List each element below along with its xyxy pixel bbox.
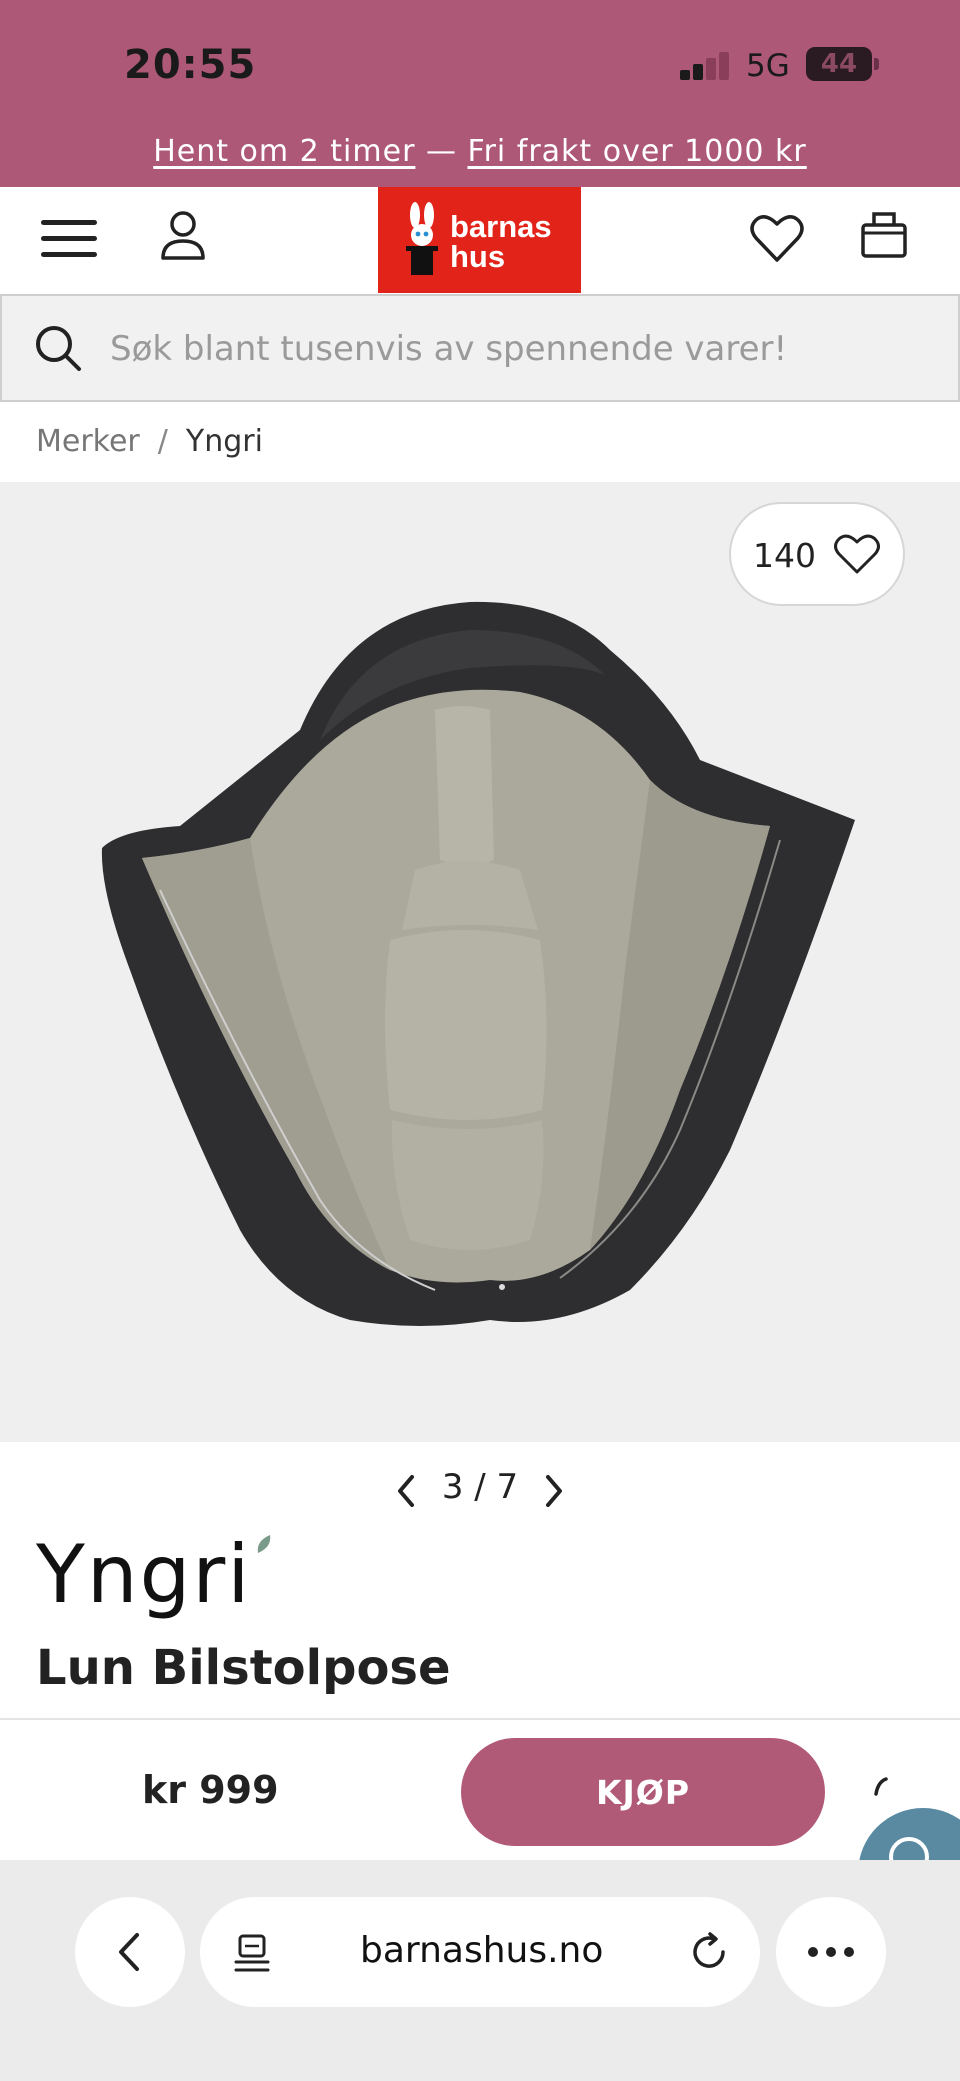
logo-text: barnas hus [450, 209, 552, 274]
breadcrumb: Merker / Yngri [36, 424, 263, 459]
wishlist-icon[interactable] [750, 212, 804, 264]
pager-current: 3 [441, 1467, 464, 1507]
battery-tip [874, 58, 879, 70]
browser-more-button[interactable] [776, 1897, 886, 2007]
promo-bar: Hent om 2 timer — Fri frakt over 1000 kr [0, 134, 960, 169]
pickup-link[interactable]: Hent om 2 timer [153, 134, 415, 169]
battery-icon: 44 [806, 47, 872, 81]
product-title: Lun Bilstolpose [36, 1640, 451, 1696]
breadcrumb-yngri: Yngri [185, 424, 263, 459]
breadcrumb-merker[interactable]: Merker [36, 424, 140, 459]
search-icon[interactable] [34, 324, 82, 372]
buy-button[interactable]: KJØP [461, 1738, 825, 1846]
page-settings-icon[interactable] [234, 1933, 270, 1973]
heart-icon [834, 534, 880, 574]
chevron-left-icon[interactable] [392, 1471, 420, 1511]
gallery-pager: 3 / 7 [0, 1465, 960, 1525]
rabbit-hat-icon [406, 202, 438, 275]
breadcrumb-separator: / [157, 424, 168, 459]
chevron-right-icon[interactable] [540, 1471, 568, 1511]
back-arrow-icon [119, 1933, 139, 1971]
logo-line-2: hus [450, 239, 506, 274]
pager-separator: / [474, 1467, 486, 1507]
pager-text: 3 / 7 [430, 1467, 530, 1507]
signal-icon [680, 52, 736, 80]
search-input[interactable] [110, 322, 930, 376]
product-price: kr 999 [142, 1768, 279, 1812]
pager-total: 7 [496, 1467, 519, 1507]
product-image [101, 601, 855, 1326]
logo-line-1: barnas [450, 209, 552, 244]
cart-icon[interactable] [860, 209, 908, 259]
status-time: 20:55 [124, 42, 257, 88]
search-bar [0, 294, 960, 402]
leaf-icon [257, 1535, 271, 1553]
brand-logo[interactable]: Yngri [36, 1528, 286, 1621]
user-icon[interactable] [160, 209, 206, 261]
spinner-icon [874, 1777, 888, 1796]
reload-icon[interactable] [688, 1931, 730, 1973]
browser-url: barnashus.no [360, 1930, 604, 1971]
network-type: 5G [746, 48, 790, 84]
favorites-count: 140 [753, 536, 816, 575]
promo-separator: — [425, 134, 457, 169]
browser-address-bar[interactable]: barnashus.no [200, 1897, 760, 2007]
free-shipping-link[interactable]: Fri frakt over 1000 kr [468, 134, 807, 169]
browser-back-button[interactable] [75, 1897, 185, 2007]
more-icon [808, 1947, 854, 1957]
site-logo[interactable]: barnas hus [378, 187, 581, 293]
menu-icon[interactable] [41, 216, 97, 262]
